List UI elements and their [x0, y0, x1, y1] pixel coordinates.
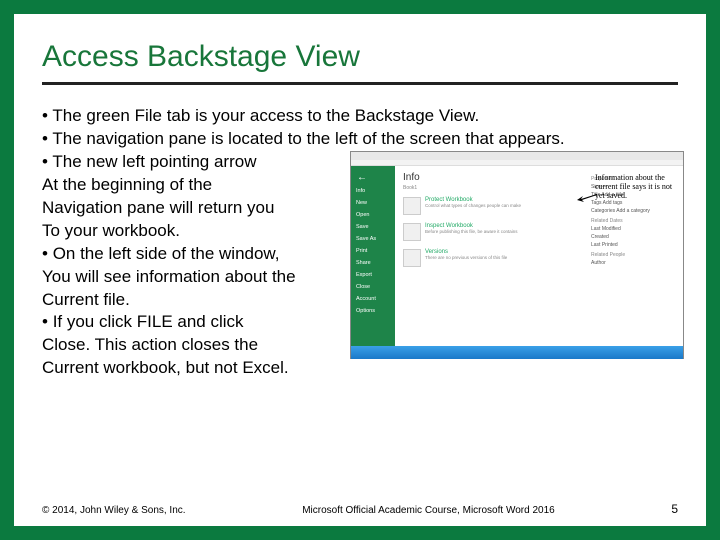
- nav-item: Close: [351, 281, 395, 293]
- text-line: The green File tab is your access to the…: [42, 105, 678, 128]
- info-block-sub: Before publishing this file, be aware it…: [425, 229, 518, 234]
- nav-item: Save As: [351, 233, 395, 245]
- info-block: Inspect WorkbookBefore publishing this f…: [403, 223, 591, 241]
- window-titlebar: [351, 152, 683, 160]
- prop-line: Author: [591, 260, 675, 266]
- slide-inner: Access Backstage View The green File tab…: [14, 14, 706, 526]
- info-column: Info Book1 Protect WorkbookControl what …: [403, 172, 591, 340]
- info-block-icon: [403, 249, 421, 267]
- nav-item: Print: [351, 245, 395, 257]
- info-block-icon: [403, 223, 421, 241]
- prop-line: Created: [591, 234, 675, 240]
- slide-body: The green File tab is your access to the…: [42, 105, 678, 380]
- back-arrow-icon: ←: [351, 170, 395, 185]
- prop-line: Categories Add a category: [591, 208, 675, 214]
- callout-arrow-icon: [577, 192, 597, 202]
- slide: Access Backstage View The green File tab…: [0, 0, 720, 540]
- backstage-screenshot: ← InfoNewOpenSaveSave AsPrintShareExport…: [350, 151, 684, 359]
- prop-line: Last Printed: [591, 242, 675, 248]
- info-block-icon: [403, 197, 421, 215]
- info-block: VersionsThere are no previous versions o…: [403, 249, 591, 267]
- nav-item: Info: [351, 185, 395, 197]
- copyright: © 2014, John Wiley & Sons, Inc.: [42, 505, 186, 516]
- info-block-sub: There are no previous versions of this f…: [425, 255, 507, 260]
- slide-title: Access Backstage View: [42, 40, 678, 85]
- page-number: 5: [671, 502, 678, 516]
- prop-line: Tags Add tags: [591, 200, 675, 206]
- prop-heading: Related People: [591, 252, 675, 258]
- info-heading: Info: [403, 172, 591, 183]
- prop-line: Last Modified: [591, 226, 675, 232]
- text-line: The navigation pane is located to the le…: [42, 128, 678, 151]
- nav-item: Account: [351, 293, 395, 305]
- nav-item: Open: [351, 209, 395, 221]
- callout-text: Information about the current file says …: [595, 174, 681, 200]
- slide-footer: © 2014, John Wiley & Sons, Inc. Microsof…: [42, 502, 678, 516]
- backstage-nav: ← InfoNewOpenSaveSave AsPrintShareExport…: [351, 166, 395, 346]
- workbook-name: Book1: [403, 185, 591, 191]
- info-block: Protect WorkbookControl what types of ch…: [403, 197, 591, 215]
- nav-item: New: [351, 197, 395, 209]
- prop-heading: Related Dates: [591, 218, 675, 224]
- taskbar: [351, 346, 683, 359]
- info-block-sub: Control what types of changes people can…: [425, 203, 521, 208]
- text-line: Current workbook, but not Excel.: [42, 357, 678, 380]
- nav-item: Export: [351, 269, 395, 281]
- nav-item: Share: [351, 257, 395, 269]
- nav-item: Options: [351, 305, 395, 317]
- nav-item: Save: [351, 221, 395, 233]
- course-title: Microsoft Official Academic Course, Micr…: [186, 505, 672, 516]
